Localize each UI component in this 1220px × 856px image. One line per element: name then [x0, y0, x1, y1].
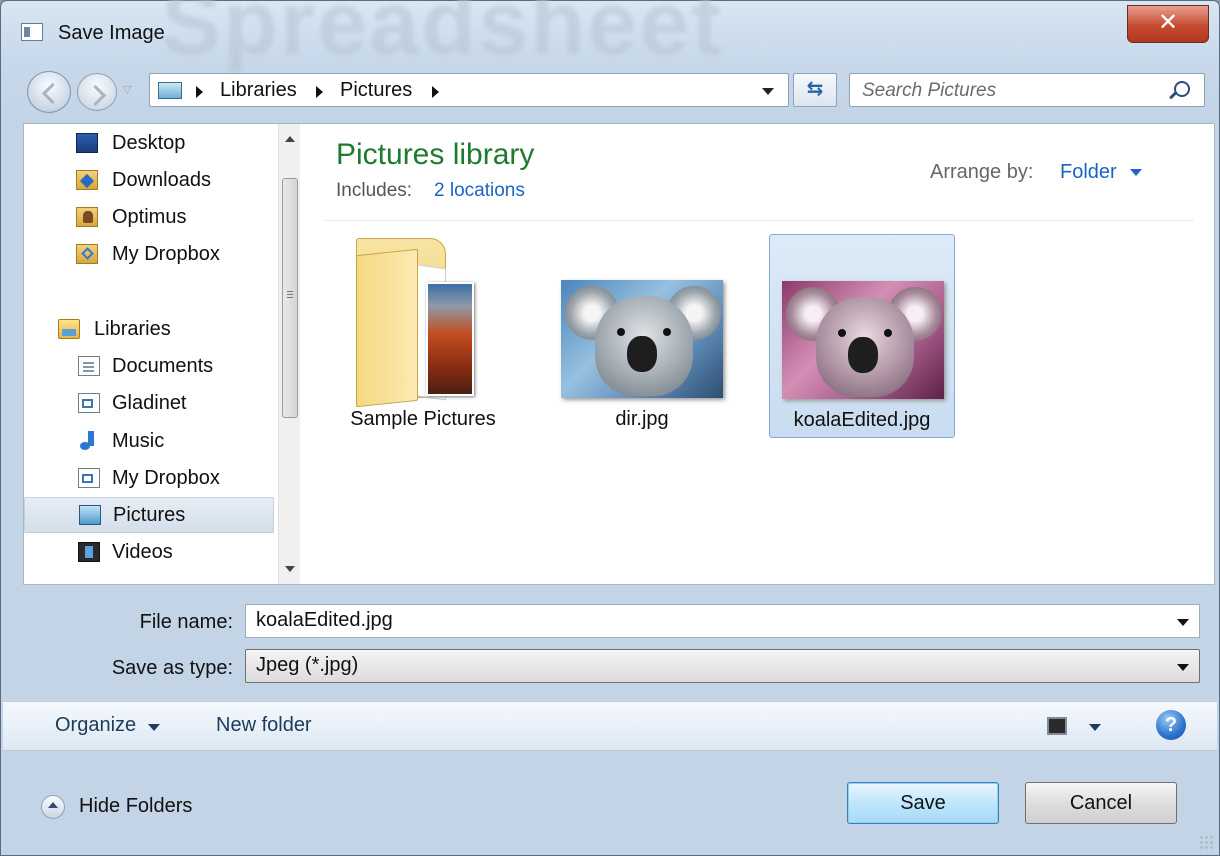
includes-label: Includes: — [336, 180, 413, 201]
file-name-label: File name: — [139, 611, 233, 633]
nav-item-pictures[interactable]: Pictures — [24, 497, 274, 533]
breadcrumb-libraries[interactable]: Libraries — [220, 79, 297, 102]
downloads-icon — [76, 170, 98, 190]
file-item-koalaedited-jpg[interactable]: koalaEdited.jpg — [769, 234, 955, 438]
dropbox-library-icon — [78, 468, 100, 488]
locations-link[interactable]: 2 locations — [434, 180, 525, 202]
scroll-thumb[interactable] — [282, 178, 298, 418]
header-divider — [324, 220, 1194, 221]
help-icon[interactable]: ? — [1156, 710, 1186, 740]
hide-folders-button[interactable]: Hide Folders — [41, 793, 211, 823]
search-input[interactable] — [860, 77, 1164, 105]
videos-icon — [78, 542, 100, 562]
command-toolbar: Organize New folder ? — [3, 701, 1217, 751]
nav-item-libraries[interactable]: Libraries — [24, 312, 274, 348]
file-name-input[interactable]: koalaEdited.jpg — [245, 604, 1200, 638]
new-folder-button[interactable]: New folder — [216, 714, 312, 737]
folder-icon — [350, 234, 490, 408]
close-button[interactable]: ✕ — [1127, 5, 1209, 43]
search-box[interactable] — [849, 73, 1205, 107]
resize-grip[interactable] — [1199, 835, 1213, 849]
window-title: Save Image — [58, 22, 165, 44]
nav-label: Music — [112, 430, 165, 452]
nav-item-optimus[interactable]: Optimus — [24, 200, 274, 236]
nav-label: Optimus — [112, 206, 187, 228]
breadcrumb-arrow-icon[interactable] — [316, 86, 323, 98]
file-item-sample-pictures[interactable]: Sample Pictures — [330, 234, 516, 438]
hide-folders-label: Hide Folders — [79, 795, 193, 817]
koala-thumbnail — [561, 280, 723, 398]
nav-label: My Dropbox — [112, 467, 220, 489]
chevron-up-icon — [41, 795, 65, 819]
dropbox-icon — [76, 244, 98, 264]
chevron-down-icon[interactable] — [1089, 724, 1101, 731]
nav-label: Downloads — [112, 169, 211, 191]
chevron-down-icon[interactable] — [1130, 169, 1142, 176]
arrange-by-dropdown[interactable]: Folder — [1060, 161, 1117, 184]
desktop-icon — [76, 133, 98, 153]
nav-item-downloads[interactable]: Downloads — [24, 163, 274, 199]
view-options-icon[interactable] — [1047, 717, 1067, 735]
breadcrumb-arrow-icon[interactable] — [432, 86, 439, 98]
address-dropdown-icon[interactable] — [762, 88, 774, 95]
nav-label: Pictures — [113, 504, 186, 526]
chevron-down-icon[interactable] — [1177, 664, 1189, 671]
scroll-up-icon[interactable] — [285, 136, 295, 142]
arrange-by-label: Arrange by: — [930, 161, 1034, 183]
scroll-down-icon[interactable] — [285, 566, 295, 572]
nav-item-desktop[interactable]: Desktop — [24, 126, 274, 162]
navigation-pane: Desktop Downloads Optimus My Dropbox Lib… — [24, 124, 300, 584]
chevron-down-icon[interactable] — [1177, 619, 1189, 626]
documents-icon — [78, 356, 100, 376]
file-name: dir.jpg — [615, 408, 669, 430]
nav-item-my-dropbox-library[interactable]: My Dropbox — [24, 461, 274, 497]
nav-label: Libraries — [94, 318, 171, 340]
save-image-dialog: Spreadsheet Save Image ✕ ▽ Libraries Pic… — [0, 0, 1220, 856]
pictures-icon — [79, 505, 101, 525]
breadcrumb-arrow-icon[interactable] — [196, 86, 203, 98]
nav-item-videos[interactable]: Videos — [24, 535, 274, 571]
breadcrumb-pictures[interactable]: Pictures — [340, 79, 412, 102]
nav-label: Desktop — [112, 132, 186, 154]
cancel-button[interactable]: Cancel — [1025, 782, 1177, 824]
gladinet-icon — [78, 393, 100, 413]
save-as-type-select[interactable]: Jpeg (*.jpg) — [245, 649, 1200, 683]
address-bar[interactable]: Libraries Pictures — [149, 73, 789, 107]
forward-button[interactable] — [77, 73, 117, 111]
file-item-dir-jpg[interactable]: dir.jpg — [549, 234, 735, 438]
libraries-icon — [58, 319, 80, 339]
navigation-scrollbar[interactable] — [278, 124, 300, 584]
chevron-down-icon[interactable] — [148, 724, 160, 731]
app-icon — [21, 23, 43, 41]
back-button[interactable] — [27, 71, 71, 113]
search-icon[interactable] — [1174, 81, 1190, 97]
nav-label: Gladinet — [112, 392, 187, 414]
koala-edited-thumbnail — [782, 281, 944, 399]
user-folder-icon — [76, 207, 98, 227]
file-name: koalaEdited.jpg — [793, 409, 931, 431]
title-bar: Save Image ✕ — [1, 1, 1219, 57]
file-name-value: koalaEdited.jpg — [256, 609, 393, 631]
file-name: Sample Pictures — [350, 408, 496, 430]
nav-item-music[interactable]: Music — [24, 424, 274, 460]
content-area: Desktop Downloads Optimus My Dropbox Lib… — [23, 123, 1215, 585]
nav-label: My Dropbox — [112, 243, 220, 265]
save-button[interactable]: Save — [847, 782, 999, 824]
nav-item-my-dropbox[interactable]: My Dropbox — [24, 237, 274, 273]
nav-label: Documents — [112, 355, 214, 377]
music-icon — [78, 431, 100, 451]
save-as-type-value: Jpeg (*.jpg) — [256, 654, 359, 676]
library-title: Pictures library — [336, 138, 535, 171]
organize-button[interactable]: Organize — [55, 714, 136, 737]
nav-item-documents[interactable]: Documents — [24, 349, 274, 385]
refresh-button[interactable]: ⇆ — [793, 73, 837, 107]
nav-label: Videos — [112, 541, 173, 563]
save-as-type-label: Save as type: — [111, 657, 233, 679]
nav-item-gladinet[interactable]: Gladinet — [24, 386, 274, 422]
recent-locations-dropdown[interactable]: ▽ — [123, 83, 131, 96]
pictures-location-icon — [158, 82, 182, 99]
